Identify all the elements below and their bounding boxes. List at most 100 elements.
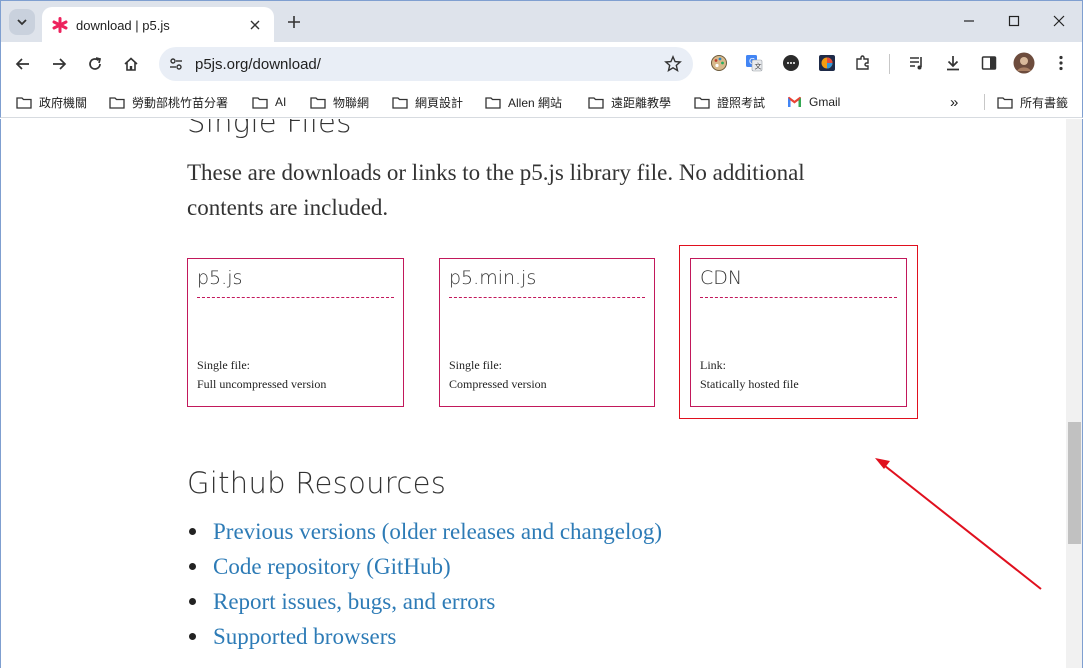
bookmark-folder[interactable]: 遠距離教學 [588,92,671,112]
bookmark-label: AI [275,95,287,109]
folder-icon [485,96,501,109]
bookmark-label: 勞動部桃竹苗分署 [132,95,229,110]
site-info-icon[interactable] [163,51,189,77]
colorful-extension-icon[interactable] [816,52,838,74]
gmail-icon [788,96,801,107]
list-item: Previous versions (older releases and ch… [187,514,662,549]
extensions-puzzle-icon[interactable] [852,52,874,74]
folder-icon [392,96,408,109]
card-desc-line: Compressed version [449,377,547,391]
bookmark-folder[interactable]: 證照考試 [694,92,765,112]
home-button[interactable] [117,50,145,78]
all-bookmarks-folder[interactable]: 所有書籤 [997,92,1068,112]
list-item: Supported browsers [187,619,662,654]
new-tab-button[interactable] [283,11,305,33]
svg-text:文: 文 [755,62,762,71]
folder-icon [252,96,268,109]
folder-icon [694,96,710,109]
back-button[interactable] [9,50,37,78]
card-description: Single file: Full uncompressed version [197,356,326,394]
bookmark-label: Allen 網站 [508,95,563,110]
download-card-p5-min-js[interactable]: p5.min.js Single file: Compressed versio… [439,258,655,407]
home-icon [124,57,138,71]
chevron-down-icon [17,19,27,26]
maximize-button[interactable] [991,1,1037,41]
google-translate-icon[interactable]: G文 [743,52,765,74]
reload-button[interactable] [81,50,109,78]
bookmark-folder[interactable]: Allen 網站 [485,92,562,112]
annotation-highlight-box [679,245,918,419]
page-scrollbar[interactable] [1066,119,1083,668]
tab-strip: download | p5.js [0,0,1083,43]
folder-icon [109,96,125,109]
menu-kebab-icon[interactable] [1050,52,1072,74]
reload-icon [89,57,102,70]
bookmarks-separator [984,94,985,110]
bullet [189,528,196,535]
active-tab[interactable]: download | p5.js [42,7,274,43]
single-files-heading: Single Files [187,119,352,139]
single-files-intro: These are downloads or links to the p5.j… [187,160,805,220]
toolbar-separator [889,54,890,74]
bookmark-folder[interactable]: 勞動部桃竹苗分署 [109,92,228,112]
card-desc-line: Full uncompressed version [197,377,327,391]
card-desc-line: Single file: [449,358,502,372]
bookmark-label: Gmail [809,95,841,109]
bullet [189,598,196,605]
card-divider [449,297,645,298]
tab-search-button[interactable] [9,9,35,35]
folder-icon [997,96,1013,109]
card-title: p5.js [197,267,243,289]
folder-icon [588,96,604,109]
address-bar[interactable]: p5js.org/download/ [159,47,693,81]
minimize-icon [964,20,974,22]
list-item: Code repository (GitHub) [187,549,662,584]
tab-title: download | p5.js [76,17,170,33]
card-description: Single file: Compressed version [449,356,547,394]
download-icon[interactable] [942,52,964,74]
plus-icon [288,16,300,28]
card-desc-line: Single file: [197,358,250,372]
link-supported-browsers[interactable]: Supported browsers [213,624,396,650]
link-previous-versions[interactable]: Previous versions (older releases and ch… [213,519,662,545]
profile-avatar[interactable] [1013,52,1035,74]
arrow-right-icon [53,58,67,70]
github-resources-list: Previous versions (older releases and ch… [187,514,662,654]
media-controls-icon[interactable] [906,52,928,74]
close-icon [1053,15,1065,27]
link-report-issues[interactable]: Report issues, bugs, and errors [213,589,495,615]
bookmark-gmail[interactable]: Gmail [787,92,840,112]
forward-button[interactable] [45,50,73,78]
link-code-repository[interactable]: Code repository (GitHub) [213,554,451,580]
bookmark-folder[interactable]: 網頁設計 [392,92,463,112]
minimize-button[interactable] [946,1,992,41]
bookmark-folder[interactable]: AI [252,92,286,112]
maximize-icon [1008,15,1020,27]
bookmark-label: 遠距離教學 [611,95,672,110]
p5js-asterisk-icon [52,17,68,33]
side-panel-icon[interactable] [978,52,1000,74]
chat-extension-icon[interactable] [780,52,802,74]
page-viewport: Single Files These are downloads or link… [0,119,1066,668]
bookmark-label: 所有書籤 [1020,95,1069,110]
bookmark-folder[interactable]: 物聯網 [310,92,369,112]
card-divider [197,297,394,298]
bookmark-label: 物聯網 [333,95,370,110]
bookmark-label: 證照考試 [717,95,766,110]
download-card-p5js[interactable]: p5.js Single file: Full uncompressed ver… [187,258,404,407]
close-window-button[interactable] [1036,1,1082,41]
folder-icon [16,96,32,109]
bullet [189,633,196,640]
palette-extension-icon[interactable] [708,52,730,74]
bookmark-folder[interactable]: 政府機關 [16,92,87,112]
card-title: p5.min.js [449,267,537,289]
arrow-left-icon [15,58,29,70]
url-text[interactable]: p5js.org/download/ [195,56,659,73]
bookmarks-overflow-button[interactable]: » [950,92,958,112]
list-item: Report issues, bugs, and errors [187,584,662,619]
browser-toolbar: p5js.org/download/ G文 [0,42,1083,86]
bookmark-label: 網頁設計 [415,95,464,110]
tab-close-icon[interactable] [246,16,264,34]
bookmark-star-icon[interactable] [659,50,687,78]
scrollbar-thumb[interactable] [1068,422,1081,544]
